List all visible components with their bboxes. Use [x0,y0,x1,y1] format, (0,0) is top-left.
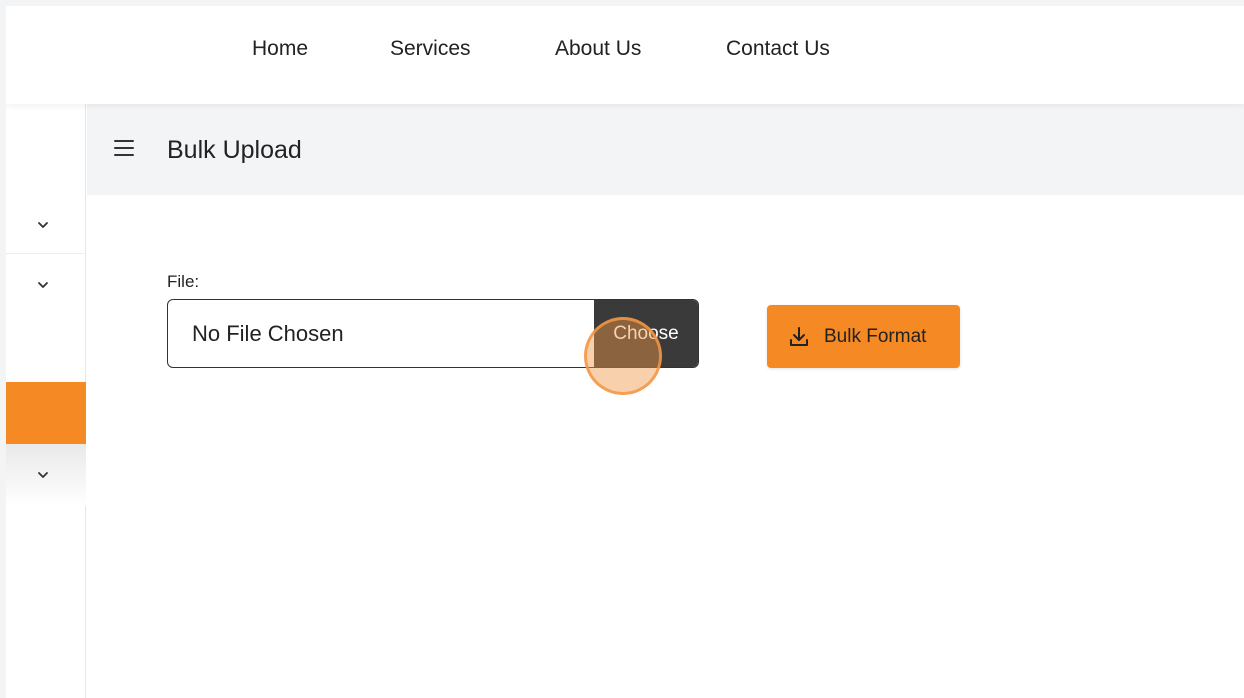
app-page: Home Services About Us Contact Us Bulk U… [6,6,1244,698]
chevron-down-icon [38,472,48,478]
download-icon [790,327,808,346]
top-navigation: Home Services About Us Contact Us [6,6,1244,104]
content-header: Bulk Upload [87,104,1244,195]
sidebar-item-collapsible-2[interactable] [6,254,86,382]
nav-link-contact-us[interactable]: Contact Us [726,37,830,61]
sidebar [6,104,86,698]
nav-link-services[interactable]: Services [390,37,471,61]
bulk-format-button[interactable]: Bulk Format [767,305,960,368]
chevron-down-icon [38,282,48,288]
screen-frame: Home Services About Us Contact Us Bulk U… [0,0,1244,698]
hamburger-menu-icon[interactable] [114,140,134,156]
nav-link-about-us[interactable]: About Us [555,37,641,61]
click-indicator [584,317,662,395]
file-input-value: No File Chosen [192,321,344,346]
nav-link-home[interactable]: Home [252,37,308,61]
sidebar-item-collapsible-3[interactable] [6,444,86,506]
sidebar-item-collapsible-1[interactable] [6,198,86,254]
bulk-format-button-label: Bulk Format [824,326,927,347]
chevron-down-icon [38,222,48,228]
sidebar-item-active[interactable] [6,382,86,444]
file-label: File: [167,272,200,291]
page-title: Bulk Upload [167,136,302,164]
sidebar-item-top[interactable] [6,104,86,198]
